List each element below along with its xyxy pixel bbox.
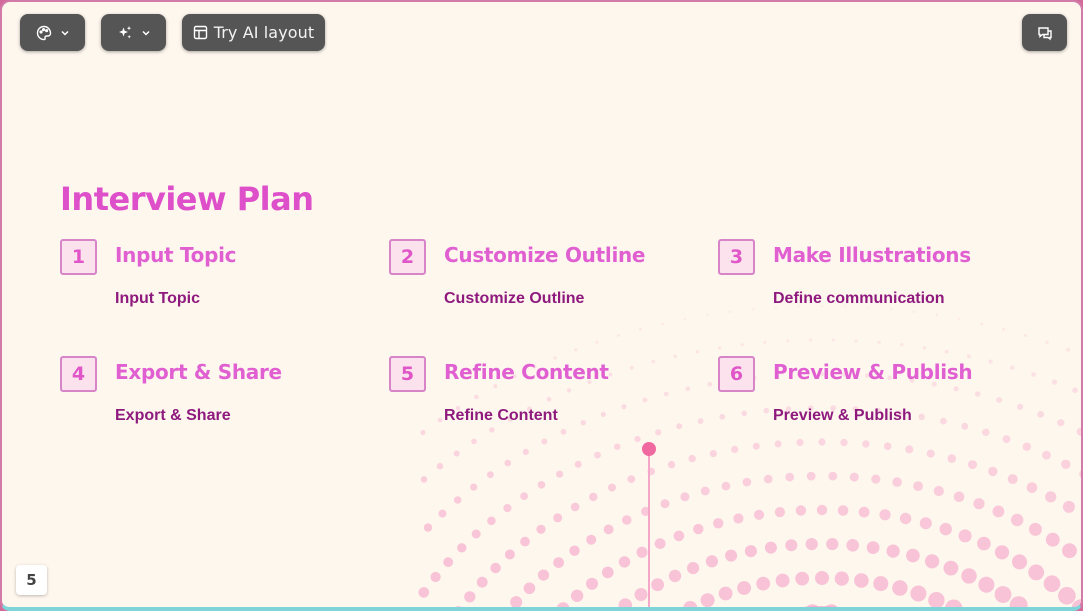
step-6[interactable]: 6 Preview & Publish Preview & Publish bbox=[718, 356, 1038, 436]
step-title: Make Illustrations bbox=[773, 243, 971, 267]
page-number-badge[interactable]: 5 bbox=[16, 565, 47, 595]
ai-dropdown-button[interactable] bbox=[101, 14, 166, 51]
palette-icon bbox=[36, 25, 52, 41]
step-title: Refine Content bbox=[444, 360, 609, 384]
step-title: Preview & Publish bbox=[773, 360, 973, 384]
step-1[interactable]: 1 Input Topic Input Topic bbox=[60, 239, 380, 319]
step-number: 5 bbox=[389, 356, 426, 392]
step-description: Export & Share bbox=[115, 407, 231, 424]
comments-button[interactable] bbox=[1022, 14, 1067, 51]
chevron-down-icon bbox=[60, 28, 70, 38]
step-description: Input Topic bbox=[115, 290, 201, 307]
step-title: Export & Share bbox=[115, 360, 282, 384]
sparkles-icon bbox=[117, 25, 133, 41]
step-3[interactable]: 3 Make Illustrations Define communicatio… bbox=[718, 239, 1038, 319]
step-description: Define communication bbox=[773, 290, 945, 307]
theme-dropdown-button[interactable] bbox=[20, 14, 85, 51]
step-number: 3 bbox=[718, 239, 755, 275]
layout-icon bbox=[193, 25, 208, 40]
step-number: 6 bbox=[718, 356, 755, 392]
step-4[interactable]: 4 Export & Share Export & Share bbox=[60, 356, 380, 436]
step-description: Customize Outline bbox=[444, 290, 585, 307]
step-description: Refine Content bbox=[444, 407, 558, 424]
try-ai-layout-label: Try AI layout bbox=[213, 23, 315, 42]
slide-title[interactable]: Interview Plan bbox=[60, 180, 314, 218]
step-2[interactable]: 2 Customize Outline Customize Outline bbox=[389, 239, 709, 319]
chevron-down-icon bbox=[141, 28, 151, 38]
slide-canvas: Interview Plan 1 Input Topic Input Topic… bbox=[0, 0, 1083, 611]
step-title: Input Topic bbox=[115, 243, 237, 267]
comment-icon bbox=[1037, 25, 1053, 41]
step-number: 1 bbox=[60, 239, 97, 275]
step-title: Customize Outline bbox=[444, 243, 646, 267]
step-5[interactable]: 5 Refine Content Refine Content bbox=[389, 356, 709, 436]
step-description: Preview & Publish bbox=[773, 407, 912, 424]
step-number: 2 bbox=[389, 239, 426, 275]
try-ai-layout-button[interactable]: Try AI layout bbox=[182, 14, 325, 51]
step-number: 4 bbox=[60, 356, 97, 392]
